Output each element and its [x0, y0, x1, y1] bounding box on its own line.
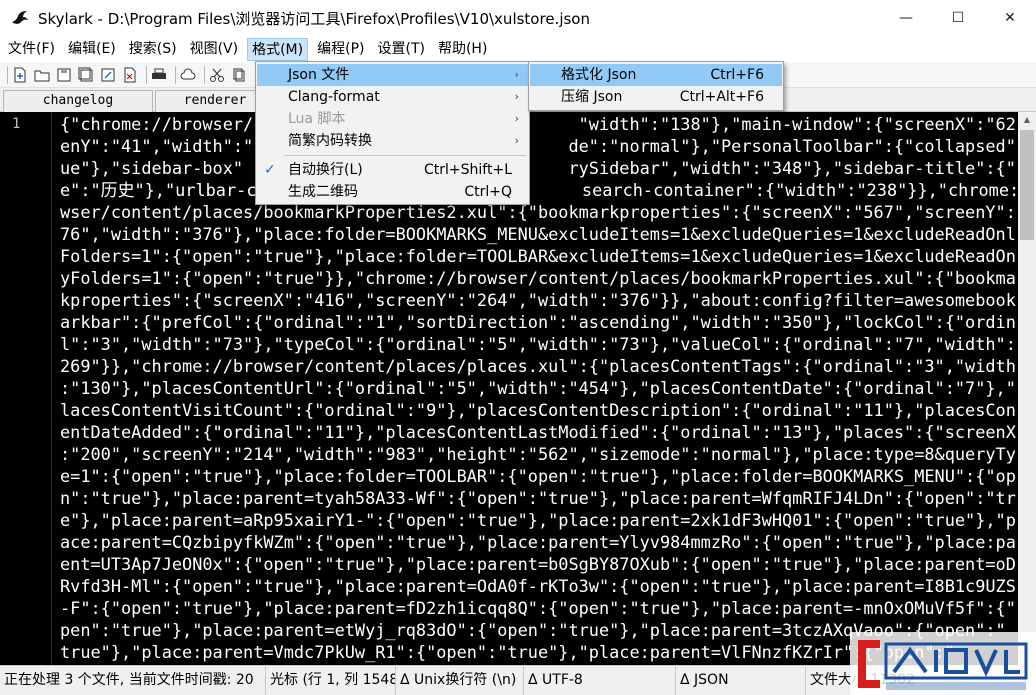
shortcut-label: Ctrl+F6: [710, 67, 764, 83]
menu-item-format-json[interactable]: 格式化 Json Ctrl+F6: [530, 64, 782, 86]
code-line: e"},"place:parent=aRp95xairY1-":{"open":…: [60, 510, 1016, 530]
code-line: lacesContentVisitCount":{"ordinal":"9"},…: [60, 400, 1016, 420]
tab-changelog[interactable]: changelog: [3, 90, 153, 112]
json-submenu: 格式化 Json Ctrl+F6 压缩 Json Ctrl+Alt+F6: [528, 61, 784, 111]
code-text-area[interactable]: {"chrome://browser/c "width":"138"},"mai…: [60, 113, 1016, 663]
print-icon[interactable]: [150, 66, 168, 84]
status-cursor-position[interactable]: 光标 (行 1, 列 1548: [266, 666, 396, 695]
status-line-ending[interactable]: Δ Unix换行符 (\n): [396, 666, 524, 695]
menu-item-generate-qrcode[interactable]: 生成二维码 Ctrl+Q: [257, 181, 528, 203]
code-line: l":"3","width":"73"},"typeCol":{"ordinal…: [60, 334, 1016, 354]
format-menu-dropdown: Json 文件 › Clang-format › Lua 脚本 › 简繁内码转换…: [255, 61, 530, 205]
code-line: yFolders=1":{"open":"true"}},"chrome://b…: [60, 268, 1016, 288]
code-line: :"200","screenY":"214","width":"983","he…: [60, 444, 1016, 464]
open-folder-icon[interactable]: [33, 66, 51, 84]
title-bar: Skylark - D:\Program Files\浏览器访问工具\Firef…: [0, 0, 1036, 36]
line-number: 1: [12, 116, 21, 132]
window-title: Skylark - D:\Program Files\浏览器访问工具\Firef…: [38, 9, 590, 28]
maximize-button[interactable]: ☐: [932, 0, 984, 36]
status-processing: 正在处理 3 个文件, 当前文件时间戳: 20: [0, 666, 266, 695]
save-icon[interactable]: [55, 66, 73, 84]
menu-programming[interactable]: 编程(P): [313, 38, 368, 61]
close-file-icon[interactable]: [121, 66, 139, 84]
checkmark-icon: ✓: [264, 162, 276, 178]
code-line: entDateAdded":{"ordinal":"11"},"placesCo…: [60, 422, 1016, 442]
code-line: Folders=1":{"open":"true"},"place:folder…: [60, 246, 1016, 266]
menu-item-word-wrap[interactable]: ✓ 自动换行(L) Ctrl+Shift+L: [257, 159, 528, 181]
menu-file[interactable]: 文件(F): [4, 38, 59, 61]
menu-search[interactable]: 搜索(S): [125, 38, 181, 61]
submenu-arrow-icon: ›: [514, 134, 519, 147]
cloud-icon[interactable]: [179, 66, 197, 84]
code-line: :"130"},"placesContentUrl":{"ordinal":"5…: [60, 378, 1016, 398]
submenu-arrow-icon: ›: [514, 68, 519, 81]
code-line: 76","width":"376"},"place:folder=BOOKMAR…: [60, 224, 1016, 244]
menu-item-clang-format[interactable]: Clang-format ›: [257, 86, 528, 108]
code-line: n":"true"},"place:parent=tyah58A33-Wf":{…: [60, 488, 1016, 508]
status-encoding[interactable]: Δ UTF-8: [524, 666, 676, 695]
code-line: ent=UT3Ap7JeON0x":{"open":"true"},"place…: [60, 554, 1016, 574]
close-icon: ✕: [1004, 10, 1016, 26]
menu-help[interactable]: 帮助(H): [434, 38, 491, 61]
code-line: {"chrome://browser/c "width":"138"},"mai…: [60, 114, 1016, 134]
minimize-icon: —: [899, 10, 913, 26]
menu-edit[interactable]: 编辑(E): [64, 38, 120, 61]
menu-item-lua-script: Lua 脚本 ›: [257, 108, 528, 130]
shortcut-label: Ctrl+Q: [464, 184, 512, 200]
status-filetype[interactable]: Δ JSON: [676, 666, 806, 695]
copy-icon[interactable]: [230, 66, 248, 84]
submenu-arrow-icon: ›: [514, 90, 519, 103]
vertical-scrollbar[interactable]: ▲: [1018, 112, 1036, 665]
scroll-up-icon[interactable]: ▲: [1018, 112, 1036, 128]
menu-separator: [284, 155, 526, 156]
toolbar-separator: [7, 65, 8, 84]
skylark-bird-icon: [12, 11, 28, 24]
submenu-arrow-icon: ›: [514, 112, 519, 125]
menu-item-json-file[interactable]: Json 文件 ›: [257, 64, 528, 86]
code-line: kproperties":{"screenX":"416","screenY":…: [60, 290, 1016, 310]
code-line: arkbar":{"prefCol":{"ordinal":"1","sortD…: [60, 312, 1016, 332]
code-line: 269"}},"chrome://browser/content/places/…: [60, 356, 1016, 376]
new-file-icon[interactable]: [11, 66, 29, 84]
code-line: Rvfd3H-Ml":{"open":"true"},"place:parent…: [60, 576, 1016, 596]
minimize-button[interactable]: —: [880, 0, 932, 36]
menu-settings[interactable]: 设置(T): [373, 38, 428, 61]
menu-view[interactable]: 视图(V): [186, 38, 243, 61]
code-line: enY":"41","width":" de":"normal"},"Perso…: [60, 136, 1016, 156]
scroll-thumb[interactable]: [1020, 130, 1034, 240]
toolbar-separator: [146, 65, 147, 84]
shortcut-label: Ctrl+Alt+F6: [679, 89, 764, 105]
save-all-icon[interactable]: [77, 66, 95, 84]
shortcut-label: Ctrl+Shift+L: [424, 162, 512, 178]
edit-icon[interactable]: [99, 66, 117, 84]
code-line: ace:parent=CQzbipyfkWZm":{"open":"true"}…: [60, 532, 1016, 552]
site-watermark-logo: [850, 632, 1036, 695]
code-line: -F":{"open":"true"},"place:parent=fD2zh1…: [60, 598, 1016, 618]
line-number-gutter: 1: [0, 112, 52, 665]
toolbar-separator: [175, 65, 176, 84]
menu-format[interactable]: 格式(M): [247, 37, 309, 61]
cut-icon[interactable]: [208, 66, 226, 84]
code-line: e=1":{"open":"true"},"place:folder=TOOLB…: [60, 466, 1016, 486]
menu-item-charset-convert[interactable]: 简繁内码转换 ›: [257, 130, 528, 152]
toolbar-separator: [204, 65, 205, 84]
code-line: e":"历史"},"urlbar-c search-container":{"w…: [60, 180, 1016, 200]
code-line: wser/content/places/bookmarkProperties2.…: [60, 202, 1016, 222]
maximize-icon: ☐: [951, 10, 965, 26]
menu-item-compress-json[interactable]: 压缩 Json Ctrl+Alt+F6: [530, 86, 782, 108]
close-button[interactable]: ✕: [984, 0, 1036, 36]
menu-bar: 文件(F) 编辑(E) 搜索(S) 视图(V) 格式(M) 编程(P) 设置(T…: [0, 36, 1036, 62]
code-line: ue"},"sidebar-box" rySidebar","width":"3…: [60, 158, 1016, 178]
